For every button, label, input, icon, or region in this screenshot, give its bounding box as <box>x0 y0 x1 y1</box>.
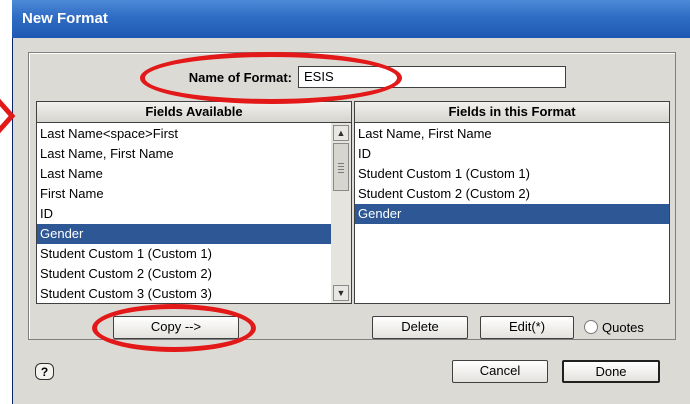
fields-in-format-header: Fields in this Format <box>354 101 670 123</box>
scroll-down-arrow-icon[interactable]: ▼ <box>333 285 349 301</box>
fields-in-format-item[interactable]: Gender <box>355 204 669 224</box>
fields-available-item[interactable]: Last Name, First Name <box>37 144 331 164</box>
quotes-label: Quotes <box>602 320 644 335</box>
fields-in-format-item[interactable]: Student Custom 1 (Custom 1) <box>355 164 669 184</box>
fields-available-item[interactable]: Student Custom 3 (Custom 3) <box>37 284 331 303</box>
annotation-circle-copy <box>92 304 256 352</box>
fields-available-item[interactable]: First Name <box>37 184 331 204</box>
window-title: New Format <box>12 0 690 38</box>
fields-in-format-item[interactable]: ID <box>355 144 669 164</box>
cancel-button[interactable]: Cancel <box>452 360 548 383</box>
quotes-radio[interactable] <box>584 320 598 334</box>
scroll-up-arrow-icon[interactable]: ▲ <box>333 125 349 141</box>
fields-available-item[interactable]: Last Name<space>First <box>37 124 331 144</box>
fields-available-item[interactable]: Student Custom 2 (Custom 2) <box>37 264 331 284</box>
fields-available-item[interactable]: Student Custom 1 (Custom 1) <box>37 244 331 264</box>
scrollbar-thumb[interactable] <box>333 143 349 191</box>
delete-button[interactable]: Delete <box>372 316 468 339</box>
edit-button[interactable]: Edit(*) <box>480 316 574 339</box>
fields-available-item[interactable]: Last Name <box>37 164 331 184</box>
fields-available-item[interactable]: Gender <box>37 224 331 244</box>
fields-available-header: Fields Available <box>36 101 352 123</box>
fields-in-format-item[interactable]: Last Name, First Name <box>355 124 669 144</box>
done-button[interactable]: Done <box>562 360 660 383</box>
annotation-arrow <box>0 98 16 134</box>
fields-available-item[interactable]: ID <box>37 204 331 224</box>
fields-in-format-list[interactable]: Last Name, First Name ID Student Custom 1 … <box>354 122 670 304</box>
annotation-circle-format-name <box>140 52 402 104</box>
fields-in-format-item[interactable]: Student Custom 2 (Custom 2) <box>355 184 669 204</box>
fields-available-list[interactable]: Last Name<space>First Last Name, First Na… <box>36 122 332 304</box>
help-icon[interactable]: ? <box>35 363 54 380</box>
fields-available-scrollbar[interactable]: ▲ ▼ <box>331 122 352 304</box>
